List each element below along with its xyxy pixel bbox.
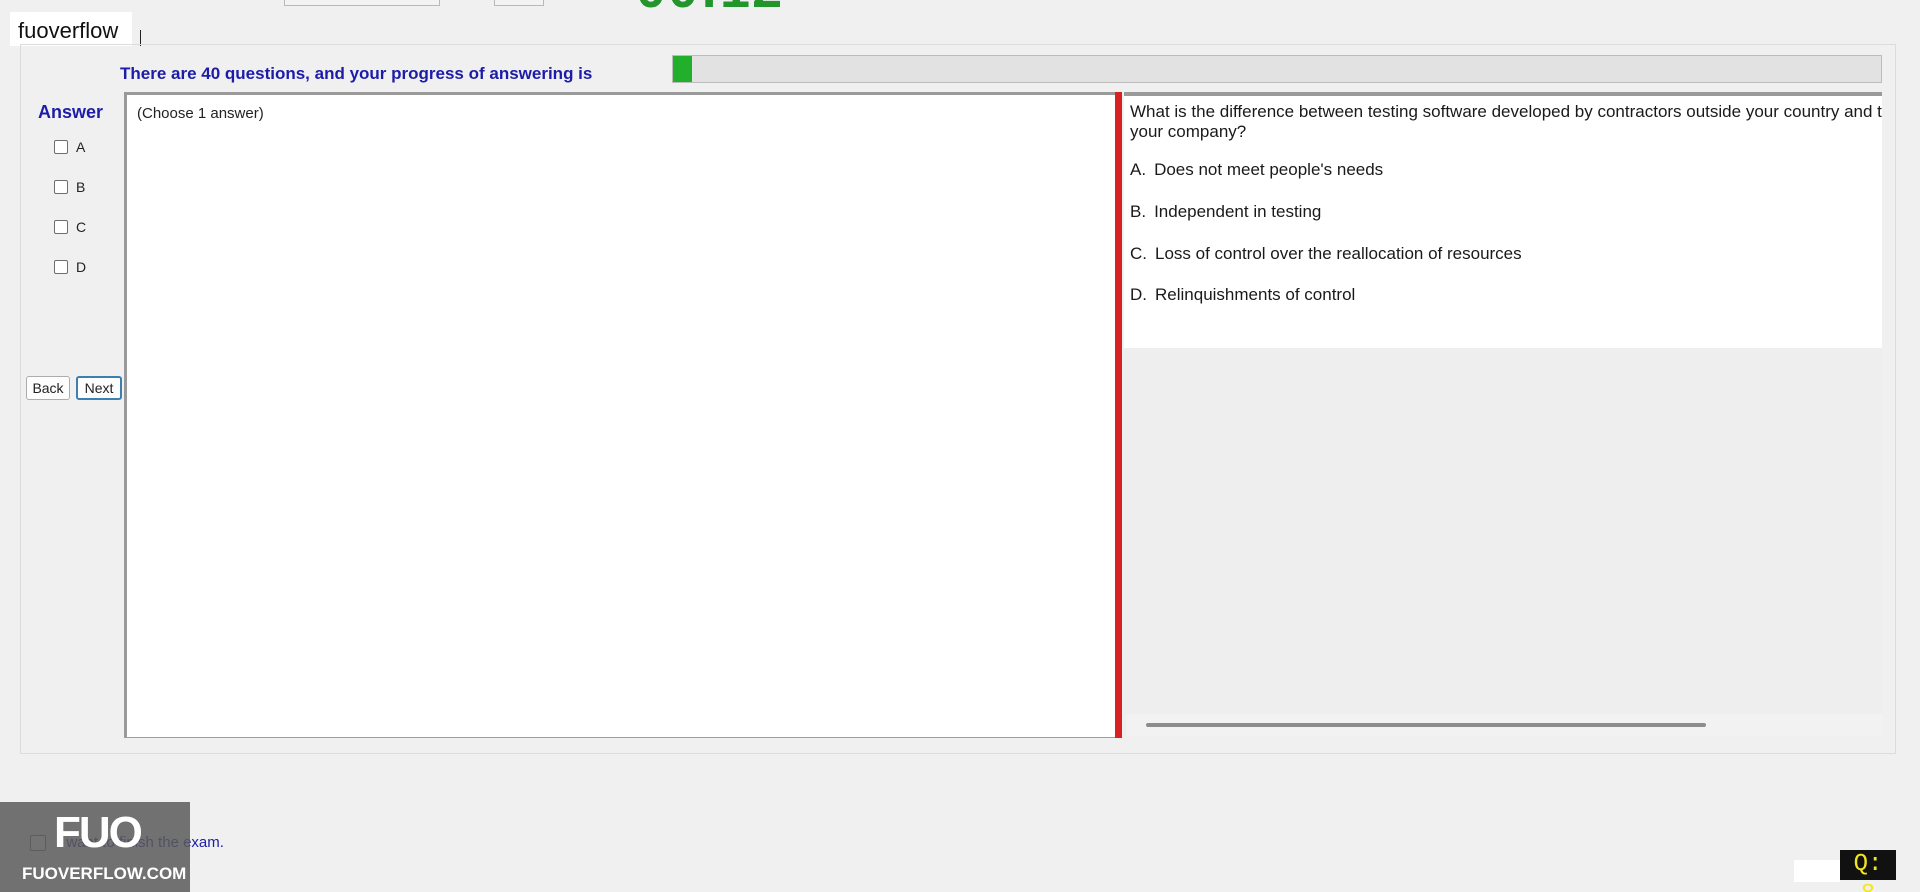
answer-option-c[interactable]: C <box>54 219 86 235</box>
answer-option-a[interactable]: A <box>54 139 85 155</box>
question-number-badge: Q: 8 <box>1840 850 1896 892</box>
checkbox-a[interactable] <box>54 140 68 154</box>
progress-bar-fill <box>673 56 693 82</box>
next-button[interactable]: Next <box>76 376 122 400</box>
panel-splitter[interactable] <box>1115 92 1122 738</box>
checkbox-c[interactable] <box>54 220 68 234</box>
answer-option-b[interactable]: B <box>54 179 85 195</box>
choice-text: Independent in testing <box>1154 202 1322 221</box>
option-label-c: C <box>76 219 87 235</box>
back-button[interactable]: Back <box>26 376 70 400</box>
question-text: What is the difference between testing s… <box>1130 102 1882 141</box>
horizontal-scrollbar-thumb[interactable] <box>1146 723 1706 727</box>
fuo-logo: FUO FUOVERFLOW.COM <box>0 802 190 892</box>
option-label-b: B <box>76 179 86 195</box>
brand-label: fuoverflow <box>10 12 133 46</box>
option-label-d: D <box>76 259 87 275</box>
fuo-logo-mark: FUO <box>54 808 143 857</box>
progress-bar <box>672 55 1882 83</box>
choose-hint: (Choose 1 answer) <box>137 105 264 122</box>
top-small-field[interactable] <box>494 0 544 6</box>
question-panel: What is the difference between testing s… <box>1124 92 1882 348</box>
choice-letter: D. <box>1130 285 1147 304</box>
choice-letter: C. <box>1130 244 1147 263</box>
checkbox-d[interactable] <box>54 260 68 274</box>
question-choice-d: D. Relinquishments of control <box>1130 285 1355 305</box>
question-choice-a: A. Does not meet people's needs <box>1130 160 1383 180</box>
top-input-field[interactable] <box>284 0 440 6</box>
option-label-a: A <box>76 139 86 155</box>
fuo-logo-wordmark: FUOVERFLOW.COM <box>22 864 187 883</box>
answer-input-panel[interactable]: (Choose 1 answer) <box>124 92 1116 738</box>
answer-title: Answer <box>38 102 104 122</box>
choice-text: Loss of control over the reallocation of… <box>1155 244 1522 263</box>
timer-display: 00:12 <box>636 0 784 20</box>
choice-letter: A. <box>1130 160 1147 179</box>
question-choice-b: B. Independent in testing <box>1130 202 1321 222</box>
choice-letter: B. <box>1130 202 1147 221</box>
progress-label: There are 40 questions, and your progres… <box>120 64 593 83</box>
checkbox-b[interactable] <box>54 180 68 194</box>
exam-window: 00:12 fuoverflow There are 40 questions,… <box>0 0 1920 892</box>
status-patch <box>1794 860 1840 882</box>
answer-option-d[interactable]: D <box>54 259 86 275</box>
choice-text: Relinquishments of control <box>1155 285 1356 304</box>
choice-text: Does not meet people's needs <box>1154 160 1384 179</box>
question-panel-empty-area <box>1124 348 1882 736</box>
question-choice-c: C. Loss of control over the reallocation … <box>1130 244 1522 264</box>
